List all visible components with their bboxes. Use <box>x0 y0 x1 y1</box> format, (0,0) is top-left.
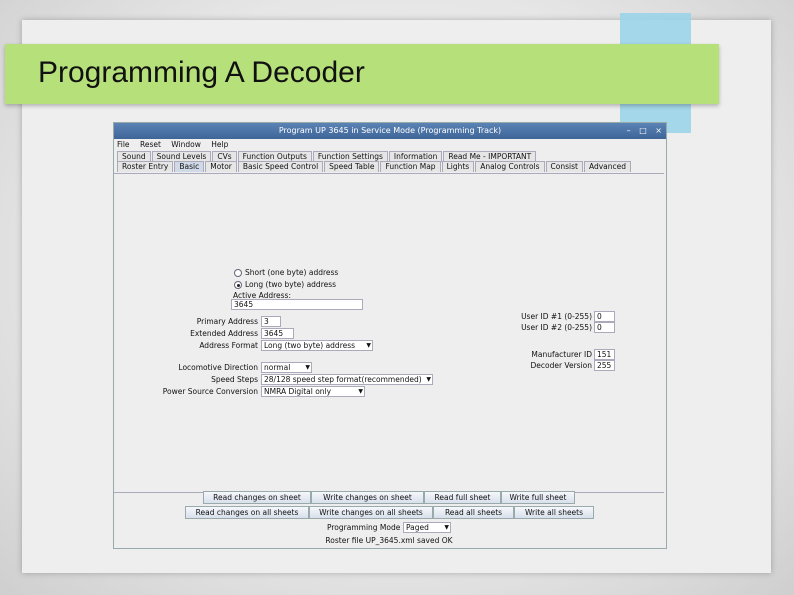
extended-address-label: Extended Address <box>190 329 258 338</box>
status-message: Roster file UP_3645.xml saved OK <box>325 536 453 545</box>
power-source-label: Power Source Conversion <box>162 387 258 396</box>
decoder-version-label: Decoder Version <box>530 361 592 370</box>
window-title: Program UP 3645 in Service Mode (Program… <box>278 126 502 135</box>
write-full-sheet-button[interactable]: Write full sheet <box>501 491 575 504</box>
menu-reset[interactable]: Reset <box>140 140 161 149</box>
speed-steps-select[interactable]: 28/128 speed step format(recommended) ▼ <box>261 374 433 385</box>
decoder-programmer-window: Program UP 3645 in Service Mode (Program… <box>113 122 667 549</box>
chevron-down-icon: ▼ <box>305 364 310 371</box>
minimize-icon[interactable]: – <box>627 126 631 135</box>
read-all-sheets-button[interactable]: Read all sheets <box>433 506 514 519</box>
address-format-label: Address Format <box>199 341 258 350</box>
user-id2-label: User ID #2 (0-255) <box>521 323 592 332</box>
write-all-sheets-button[interactable]: Write all sheets <box>514 506 594 519</box>
tab-lights[interactable]: Lights <box>441 161 475 172</box>
tab-speed-table[interactable]: Speed Table <box>324 161 380 172</box>
tab-basic-speed-control[interactable]: Basic Speed Control <box>237 161 324 172</box>
loco-direction-select[interactable]: normal ▼ <box>261 362 312 373</box>
loco-direction-label: Locomotive Direction <box>178 363 258 372</box>
tab-row-1: Sound Sound Levels CVs Function Outputs Func… <box>114 151 666 162</box>
tab-row-2: Roster Entry Basic Motor Basic Speed Contro… <box>114 161 666 172</box>
tab-advanced[interactable]: Advanced <box>583 161 631 172</box>
speed-steps-label: Speed Steps <box>211 375 258 384</box>
manufacturer-id-field: 151 <box>594 349 615 360</box>
programming-mode-label: Programming Mode <box>327 523 401 532</box>
tab-analog-controls[interactable]: Analog Controls <box>475 161 545 172</box>
programming-mode-select[interactable]: Paged ▼ <box>403 522 451 533</box>
chevron-down-icon: ▼ <box>426 376 431 383</box>
radio-long-address[interactable] <box>234 281 242 289</box>
window-titlebar: Program UP 3645 in Service Mode (Program… <box>114 123 666 139</box>
user-id2-field[interactable]: 0 <box>594 322 615 333</box>
write-changes-on-all-sheets-button[interactable]: Write changes on all sheets <box>309 506 433 519</box>
menu-help[interactable]: Help <box>211 140 228 149</box>
tab-consist[interactable]: Consist <box>545 161 583 172</box>
power-source-select[interactable]: NMRA Digital only ▼ <box>261 386 365 397</box>
read-full-sheet-button[interactable]: Read full sheet <box>424 491 501 504</box>
slide-title: Programming A Decoder <box>38 56 365 89</box>
address-format-value: Long (two byte) address <box>264 341 356 350</box>
close-icon[interactable]: × <box>655 126 662 135</box>
primary-address-field[interactable]: 3 <box>261 316 281 327</box>
chevron-down-icon: ▼ <box>444 524 449 531</box>
tab-roster-entry[interactable]: Roster Entry <box>117 161 174 172</box>
speed-steps-value: 28/128 speed step format(recommended) <box>264 375 422 384</box>
menu-bar: File Reset Window Help <box>114 139 666 151</box>
decoder-version-field: 255 <box>594 360 615 371</box>
power-source-value: NMRA Digital only <box>264 387 332 396</box>
loco-direction-value: normal <box>264 363 291 372</box>
write-changes-on-sheet-button[interactable]: Write changes on sheet <box>311 491 424 504</box>
manufacturer-id-label: Manufacturer ID <box>531 350 592 359</box>
tab-motor[interactable]: Motor <box>205 161 237 172</box>
chevron-down-icon: ▼ <box>358 388 363 395</box>
long-address-option[interactable]: Long (two byte) address <box>234 280 336 289</box>
long-address-label: Long (two byte) address <box>245 280 337 289</box>
primary-address-label: Primary Address <box>196 317 258 326</box>
active-address-field[interactable]: 3645 <box>231 299 363 310</box>
address-format-select[interactable]: Long (two byte) address ▼ <box>261 340 373 351</box>
tab-basic[interactable]: Basic <box>174 161 205 172</box>
maximize-icon[interactable]: □ <box>639 126 647 135</box>
menu-file[interactable]: File <box>117 140 130 149</box>
extended-address-field[interactable]: 3645 <box>261 328 294 339</box>
radio-short-address[interactable] <box>234 269 242 277</box>
read-changes-on-sheet-button[interactable]: Read changes on sheet <box>203 491 311 504</box>
chevron-down-icon: ▼ <box>366 342 371 349</box>
short-address-label: Short (one byte) address <box>245 268 339 277</box>
menu-window[interactable]: Window <box>171 140 201 149</box>
tab-function-map[interactable]: Function Map <box>380 161 441 172</box>
user-id1-label: User ID #1 (0-255) <box>521 312 592 321</box>
programming-mode-value: Paged <box>406 523 429 532</box>
short-address-option[interactable]: Short (one byte) address <box>234 268 338 277</box>
basic-tab-panel: Short (one byte) address Long (two byte)… <box>114 173 664 493</box>
read-changes-on-all-sheets-button[interactable]: Read changes on all sheets <box>185 506 309 519</box>
user-id1-field[interactable]: 0 <box>594 311 615 322</box>
